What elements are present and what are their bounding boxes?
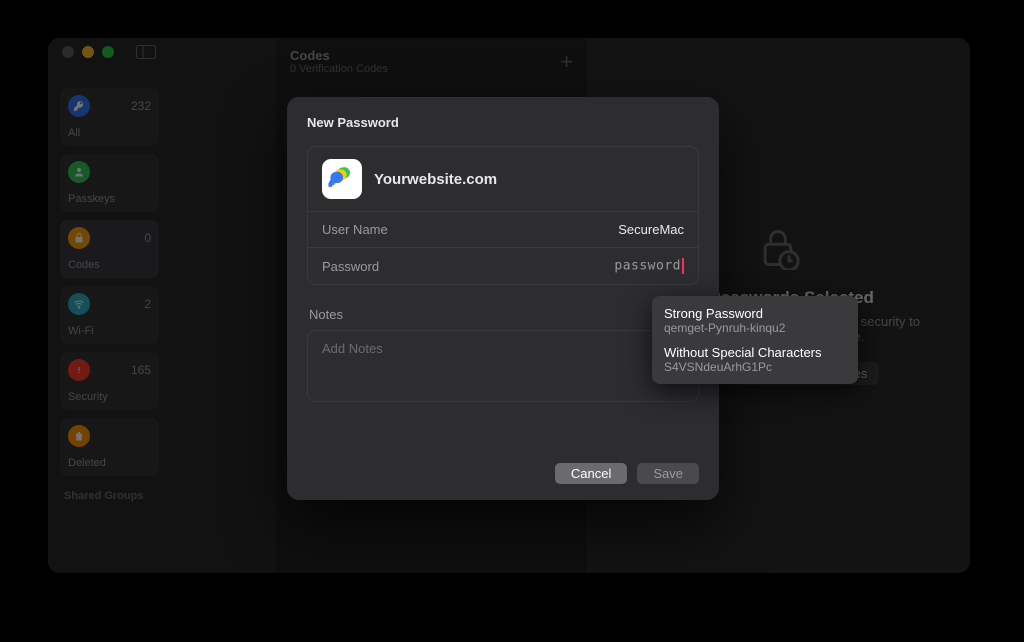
cancel-button[interactable]: Cancel xyxy=(555,463,627,484)
site-card: Yourwebsite.com User Name SecureMac Pass… xyxy=(307,146,699,285)
modal-title: New Password xyxy=(307,115,699,130)
notes-placeholder-text: Add Notes xyxy=(322,341,383,356)
suggestion-title: Strong Password xyxy=(664,306,846,321)
modal-footer: Cancel Save xyxy=(307,463,699,484)
password-row[interactable]: Password password xyxy=(308,247,698,284)
text-caret xyxy=(682,258,684,274)
password-value-text: password xyxy=(614,259,681,274)
username-value[interactable]: SecureMac xyxy=(618,222,684,237)
notes-label: Notes xyxy=(307,307,699,322)
notes-input[interactable]: Add Notes xyxy=(307,330,699,402)
suggestion-title: Without Special Characters xyxy=(664,345,846,360)
username-row[interactable]: User Name SecureMac xyxy=(308,211,698,247)
suggestion-strong[interactable]: Strong Password qemget-Pynruh-kinqu2 xyxy=(664,304,846,337)
save-button[interactable]: Save xyxy=(637,463,699,484)
site-favicon xyxy=(322,159,362,199)
password-input[interactable]: password xyxy=(614,258,684,274)
username-label: User Name xyxy=(322,222,388,237)
suggestion-value: qemget-Pynruh-kinqu2 xyxy=(664,321,846,335)
site-name-input[interactable]: Yourwebsite.com xyxy=(374,171,497,188)
suggestion-value: S4VSNdeuArhG1Pc xyxy=(664,360,846,374)
password-suggestion-popover: Strong Password qemget-Pynruh-kinqu2 Wit… xyxy=(652,296,858,384)
suggestion-nospecial[interactable]: Without Special Characters S4VSNdeuArhG1… xyxy=(664,343,846,376)
password-label: Password xyxy=(322,259,379,274)
